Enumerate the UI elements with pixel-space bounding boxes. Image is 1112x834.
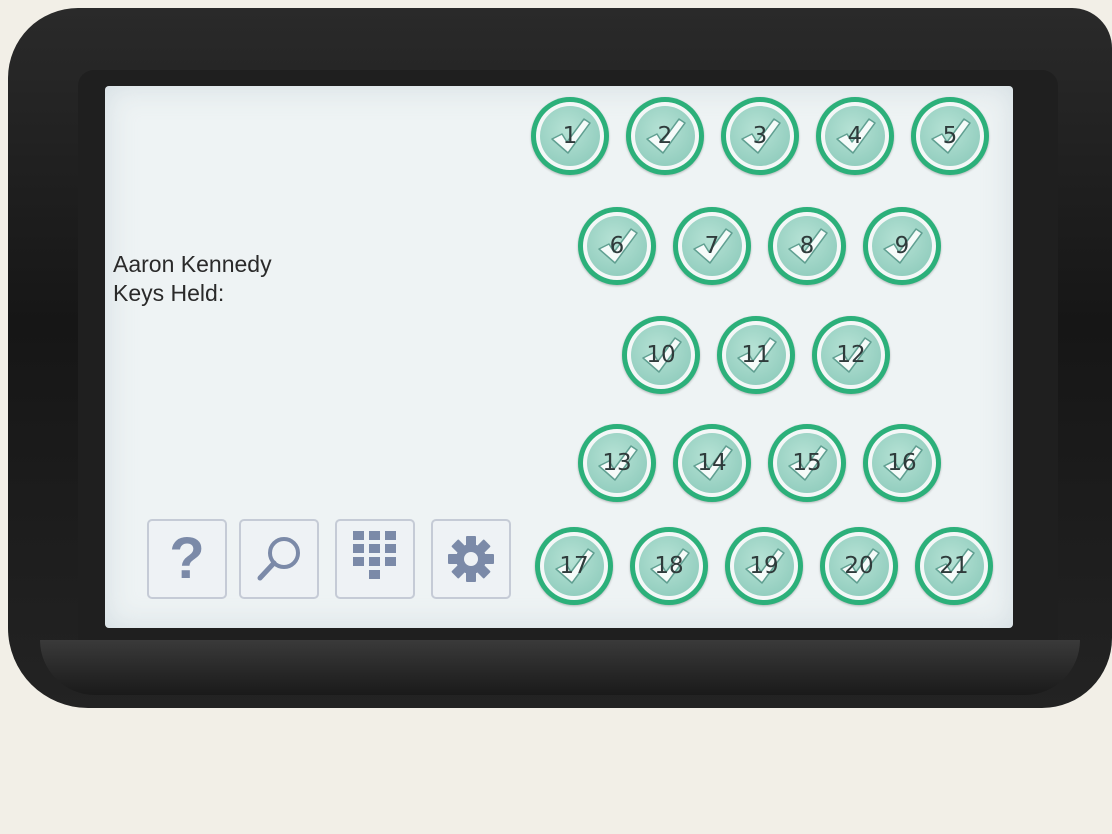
key-slot-number: 8 [799, 233, 815, 259]
key-slot-number: 15 [792, 450, 822, 476]
key-slot-button[interactable]: 5 [911, 97, 989, 175]
key-slot-button[interactable]: 6 [578, 207, 656, 285]
key-slot-button[interactable]: 1 [531, 97, 609, 175]
keypad-button[interactable] [335, 519, 415, 599]
keys-held-label: Keys Held: [113, 280, 225, 306]
key-slot-button[interactable]: 13 [578, 424, 656, 502]
key-slot-number: 14 [697, 450, 727, 476]
key-slot-number: 20 [844, 553, 874, 579]
key-slot-button[interactable]: 7 [673, 207, 751, 285]
key-slot-button[interactable]: 20 [820, 527, 898, 605]
key-slot-number: 19 [749, 553, 779, 579]
key-slot-button[interactable]: 2 [626, 97, 704, 175]
keypad-icon [353, 531, 396, 579]
key-slot-number: 16 [887, 450, 917, 476]
key-slot-button[interactable]: 11 [717, 316, 795, 394]
user-info: Aaron Kennedy Keys Held: [113, 250, 272, 308]
magnifier-icon [257, 537, 300, 581]
key-slot-button[interactable]: 9 [863, 207, 941, 285]
key-slot-number: 3 [752, 123, 768, 149]
key-slot-number: 17 [559, 553, 589, 579]
key-slot-number: 9 [894, 233, 910, 259]
settings-button[interactable] [431, 519, 511, 599]
key-slot-button[interactable]: 16 [863, 424, 941, 502]
key-slot-number: 11 [741, 342, 771, 368]
key-slot-button[interactable]: 14 [673, 424, 751, 502]
key-slot-number: 2 [657, 123, 673, 149]
help-button[interactable]: ? [147, 519, 227, 599]
key-slot-button[interactable]: 18 [630, 527, 708, 605]
key-slot-number: 5 [942, 123, 958, 149]
key-slot-button[interactable]: 21 [915, 527, 993, 605]
key-slot-number: 4 [847, 123, 863, 149]
key-slot-button[interactable]: 8 [768, 207, 846, 285]
key-slot-button[interactable]: 10 [622, 316, 700, 394]
search-button[interactable] [239, 519, 319, 599]
question-mark-icon: ? [169, 526, 205, 591]
bezel-lip [40, 640, 1080, 695]
gear-icon [448, 536, 494, 582]
touch-screen: Aaron Kennedy Keys Held: 1 2 3 4 5 6 7 8 9 10 11 12… [105, 86, 1013, 628]
key-slot-number: 18 [654, 553, 684, 579]
key-slot-button[interactable]: 3 [721, 97, 799, 175]
key-slot-number: 1 [562, 123, 578, 149]
key-slot-button[interactable]: 12 [812, 316, 890, 394]
key-slot-button[interactable]: 15 [768, 424, 846, 502]
key-slot-number: 13 [602, 450, 632, 476]
key-slot-number: 7 [704, 233, 720, 259]
user-name: Aaron Kennedy [113, 251, 272, 277]
key-slot-number: 6 [609, 233, 625, 259]
key-slot-button[interactable]: 19 [725, 527, 803, 605]
key-slot-number: 12 [836, 342, 866, 368]
key-slot-number: 10 [646, 342, 676, 368]
key-slot-button[interactable]: 4 [816, 97, 894, 175]
key-slot-button[interactable]: 17 [535, 527, 613, 605]
key-slot-number: 21 [939, 553, 969, 579]
